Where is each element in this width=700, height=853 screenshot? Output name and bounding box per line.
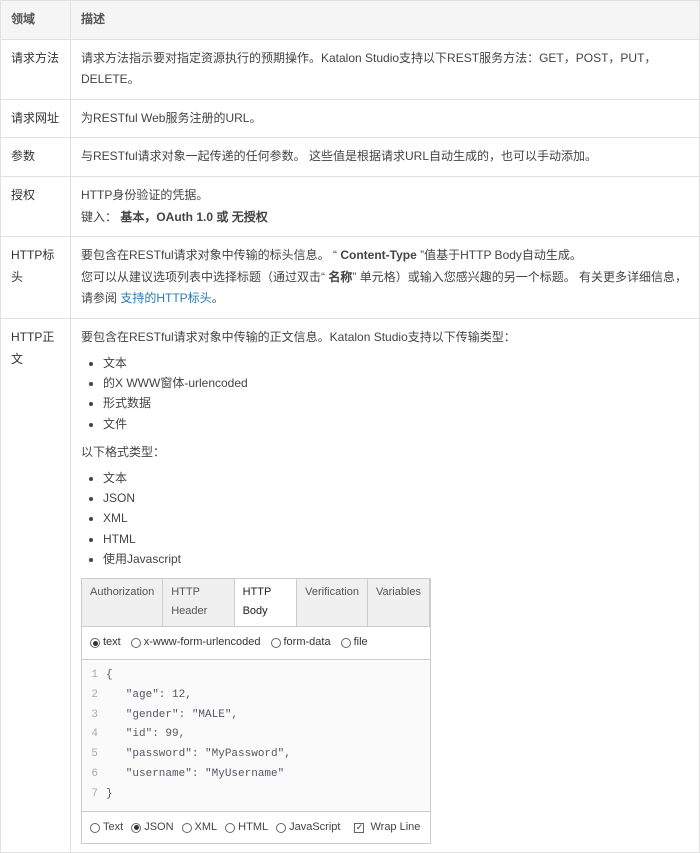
radio-icon [271, 638, 281, 648]
code-line: 4 "id": 99, [88, 725, 424, 745]
tab-http-header[interactable]: HTTP Header [163, 579, 234, 627]
tab-verification[interactable]: Verification [297, 579, 368, 627]
row-http-body: HTTP正文 要包含在RESTful请求对象中传输的正文信息。Katalon S… [1, 318, 700, 852]
list-item: JSON [103, 488, 689, 508]
radio-fmt-html[interactable]: HTML [225, 818, 268, 838]
hb-intro: 要包含在RESTful请求对象中传输的正文信息。Katalon Studio支持… [81, 327, 689, 349]
field-desc: 与RESTful请求对象一起传递的任何参数。 这些值是根据请求URL自动生成的，… [71, 138, 700, 177]
radio-fmt-js[interactable]: JavaScript [276, 818, 340, 838]
auth-line1: HTTP身份验证的凭据。 [81, 185, 689, 207]
radio-text[interactable]: text [90, 633, 121, 653]
field-label: HTTP标头 [1, 237, 71, 319]
code-line: 5 "password": "MyPassword", [88, 745, 424, 765]
list-item: 使用Javascript [103, 549, 689, 569]
body-type-row: text x-www-form-urlencoded form-data fil… [82, 627, 430, 660]
radio-icon [225, 823, 235, 833]
field-desc: 为RESTful Web服务注册的URL。 [71, 99, 700, 138]
list-item: 文本 [103, 468, 689, 488]
col-field: 领域 [1, 1, 71, 40]
radio-xwww[interactable]: x-www-form-urlencoded [131, 633, 261, 653]
hb-types-list: 文本 的X WWW窗体-urlencoded 形式数据 文件 [103, 353, 689, 435]
checkbox-icon [354, 823, 364, 833]
code-line: 2 "age": 12, [88, 686, 424, 706]
list-item: 文件 [103, 414, 689, 434]
code-line: 6 "username": "MyUsername" [88, 765, 424, 785]
hb-fmt-label: 以下格式类型： [81, 442, 689, 464]
code-line: 7} [88, 785, 424, 805]
radio-icon [131, 823, 141, 833]
field-label: 授权 [1, 176, 71, 236]
editor-tabs: Authorization HTTP Header HTTP Body Veri… [82, 579, 430, 628]
hb-formats-list: 文本 JSON XML HTML 使用Javascript [103, 468, 689, 570]
list-item: 文本 [103, 353, 689, 373]
radio-icon [90, 823, 100, 833]
field-label: 请求网址 [1, 99, 71, 138]
row-url: 请求网址 为RESTful Web服务注册的URL。 [1, 99, 700, 138]
field-label: 请求方法 [1, 39, 71, 99]
field-desc: 要包含在RESTful请求对象中传输的正文信息。Katalon Studio支持… [71, 318, 700, 852]
tab-authorization[interactable]: Authorization [82, 579, 163, 627]
col-desc: 描述 [71, 1, 700, 40]
row-method: 请求方法 请求方法指示要对指定资源执行的预期操作。Katalon Studio支… [1, 39, 700, 99]
supported-headers-link[interactable]: 支持的HTTP标头 [120, 291, 211, 305]
editor-panel: Authorization HTTP Header HTTP Body Veri… [81, 578, 431, 845]
radio-fmt-xml[interactable]: XML [182, 818, 218, 838]
radio-icon [131, 638, 141, 648]
wrap-line-checkbox[interactable]: Wrap Line [354, 818, 420, 838]
row-http-header: HTTP标头 要包含在RESTful请求对象中传输的标头信息。 “ Conten… [1, 237, 700, 319]
radio-icon [90, 638, 100, 648]
list-item: 形式数据 [103, 393, 689, 413]
code-line: 1{ [88, 666, 424, 686]
field-desc: 请求方法指示要对指定资源执行的预期操作。Katalon Studio支持以下RE… [71, 39, 700, 99]
list-item: XML [103, 508, 689, 528]
tab-http-body[interactable]: HTTP Body [235, 579, 298, 627]
list-item: 的X WWW窗体-urlencoded [103, 373, 689, 393]
field-label: HTTP正文 [1, 318, 71, 852]
tab-variables[interactable]: Variables [368, 579, 430, 627]
hh-line1: 要包含在RESTful请求对象中传输的标头信息。 “ Content-Type … [81, 245, 689, 267]
radio-icon [276, 823, 286, 833]
radio-file[interactable]: file [341, 633, 368, 653]
radio-fmt-json[interactable]: JSON [131, 818, 173, 838]
radio-icon [341, 638, 351, 648]
format-row: Text JSON XML HTML JavaScript Wrap Line [82, 812, 430, 844]
list-item: HTML [103, 529, 689, 549]
auth-line2: 键入： 基本，OAuth 1.0 或 无授权 [81, 207, 689, 229]
radio-formdata[interactable]: form-data [271, 633, 331, 653]
radio-icon [182, 823, 192, 833]
radio-fmt-text[interactable]: Text [90, 818, 123, 838]
row-auth: 授权 HTTP身份验证的凭据。 键入： 基本，OAuth 1.0 或 无授权 [1, 176, 700, 236]
code-editor[interactable]: 1{2 "age": 12,3 "gender": "MALE",4 "id":… [82, 660, 430, 812]
row-params: 参数 与RESTful请求对象一起传递的任何参数。 这些值是根据请求URL自动生… [1, 138, 700, 177]
definition-table: 领域 描述 请求方法 请求方法指示要对指定资源执行的预期操作。Katalon S… [0, 0, 700, 853]
field-label: 参数 [1, 138, 71, 177]
field-desc: 要包含在RESTful请求对象中传输的标头信息。 “ Content-Type … [71, 237, 700, 319]
hh-line2: 您可以从建议选项列表中选择标题（通过双击“ 名称” 单元格）或输入您感兴趣的另一… [81, 267, 689, 310]
code-line: 3 "gender": "MALE", [88, 706, 424, 726]
field-desc: HTTP身份验证的凭据。 键入： 基本，OAuth 1.0 或 无授权 [71, 176, 700, 236]
